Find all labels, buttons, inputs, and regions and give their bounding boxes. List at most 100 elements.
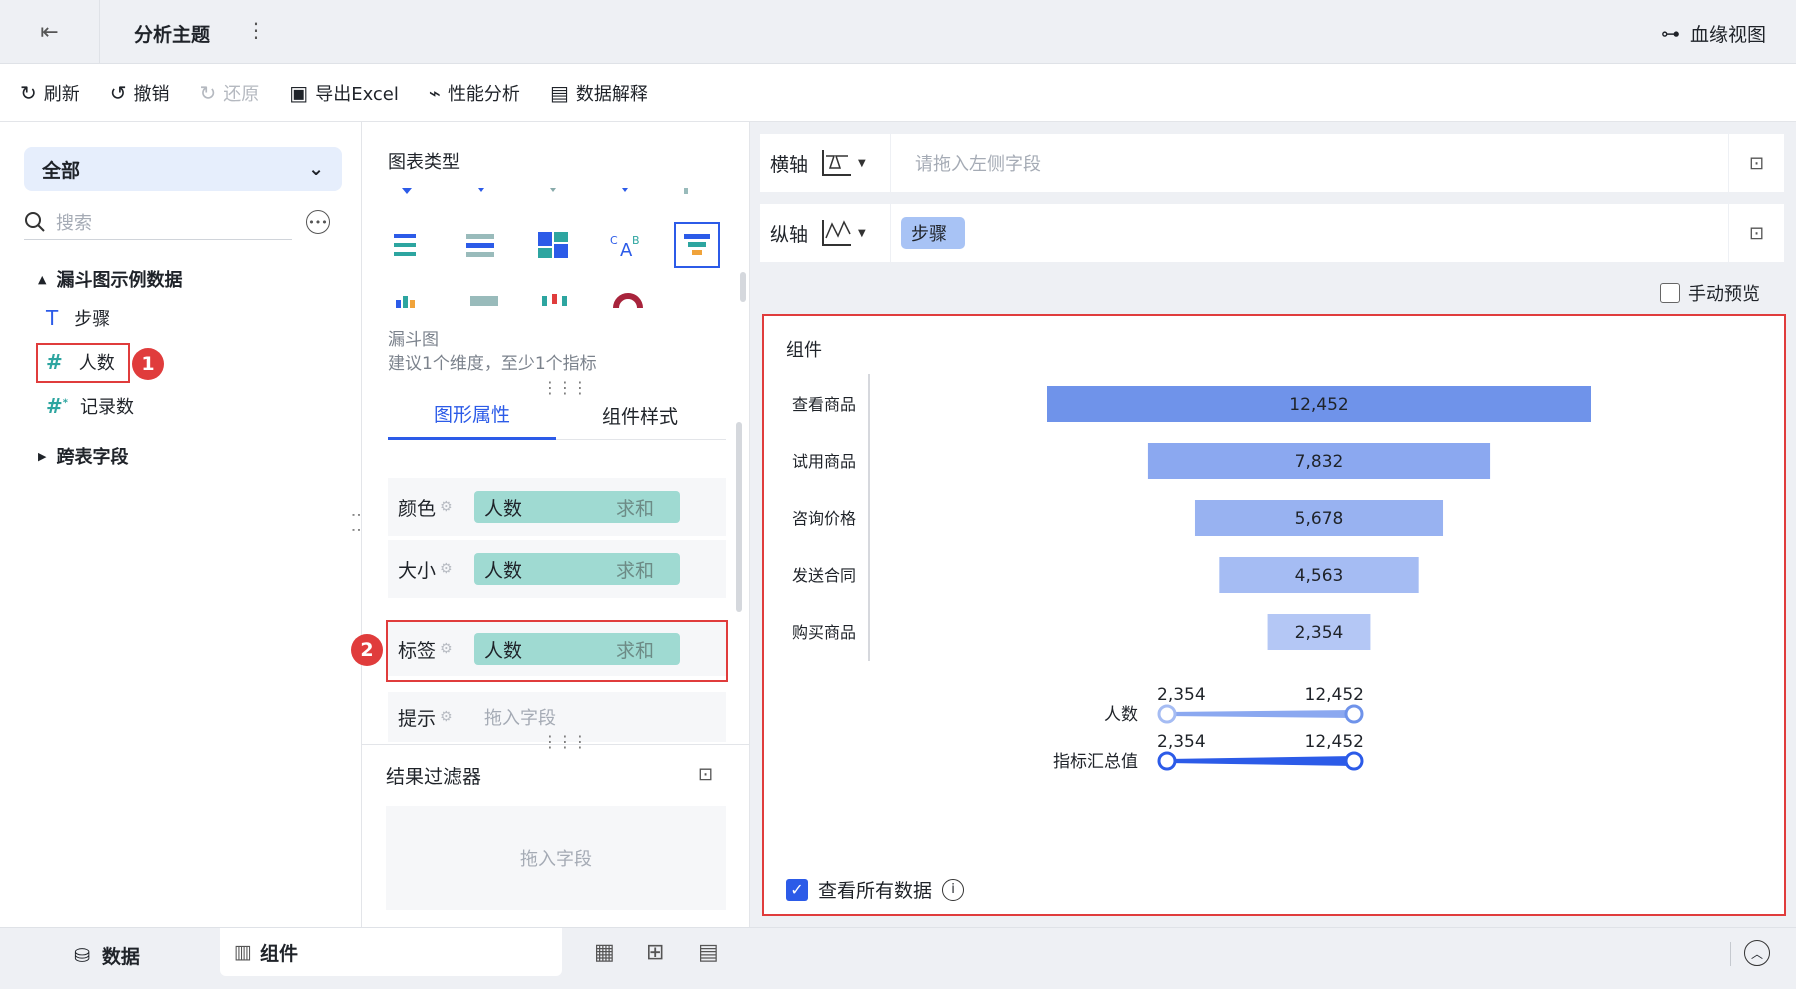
caret-down-icon: ▼ [858, 227, 866, 239]
more-options-icon[interactable]: ••• [306, 210, 330, 234]
y-axis-icon [822, 220, 851, 246]
data-explain-button[interactable]: ▤ 数据解释 [550, 80, 648, 106]
database-icon: ⛁ [74, 944, 90, 967]
pill-agg: 求和 [615, 497, 654, 520]
add-widget-icon[interactable]: ▦ [594, 940, 615, 965]
prop-size[interactable]: 大小 ⚙ 人数 求和 [388, 540, 726, 598]
lineage-view-button[interactable]: ⊶ 血缘视图 [1661, 20, 1766, 47]
toolbox-icon[interactable]: ⊡ [698, 764, 713, 785]
refresh-label: 刷新 [43, 83, 80, 105]
export-excel-button[interactable]: ▣ 导出Excel [289, 80, 399, 106]
data-label: 5,678 [1295, 509, 1344, 529]
exit-icon[interactable]: ⇤ [0, 0, 100, 64]
redo-label: 还原 [223, 83, 260, 105]
category-label: 查看商品 [792, 395, 856, 414]
y-axis-type-button[interactable]: ▼ [820, 204, 890, 262]
caret-down-icon: ▼ [858, 157, 866, 169]
category-label: 试用商品 [792, 452, 856, 471]
scope-dropdown[interactable]: 全部 ⌄ [24, 147, 342, 191]
y-axis-field-chip[interactable]: 步骤 [901, 217, 965, 249]
export-label: 导出Excel [315, 83, 399, 105]
data-label: 12,452 [1289, 395, 1348, 415]
info-icon[interactable]: i [942, 878, 965, 901]
scrollbar[interactable] [736, 422, 742, 612]
dataset-node[interactable]: ▲ 漏斗图示例数据 [38, 266, 182, 292]
svg-text:B: B [632, 234, 640, 247]
field-panel: 全部 ⌄ 搜索 ••• ▲ 漏斗图示例数据 T 步骤 # 人数 1 #* 记录数… [0, 122, 369, 927]
category-label: 咨询价格 [792, 509, 856, 528]
legend-name: 指标汇总值 [1053, 752, 1138, 772]
chart-type-row-partial-bottom [396, 293, 643, 308]
prop-label: 提示 ⚙ [398, 704, 468, 731]
chart-description: 漏斗图 建议1个维度，至少1个指标 [388, 328, 597, 376]
y-axis-drop-zone[interactable]: 步骤 [890, 204, 1728, 262]
view-all-data-toggle[interactable]: ✓ 查看所有数据 i [786, 876, 965, 903]
x-axis-type-button[interactable]: ▼ [820, 148, 890, 178]
tab-widget[interactable]: ▥ 组件 [220, 928, 562, 976]
gear-icon[interactable]: ⚙ [440, 561, 453, 577]
toolbox-icon[interactable]: ⊡ [1728, 134, 1784, 192]
refresh-button[interactable]: ↻ 刷新 [20, 80, 80, 106]
prop-color[interactable]: 颜色 ⚙ 人数 求和 [388, 478, 726, 536]
canvas-area: 横轴 ▼ 请拖入左侧字段 ⊡ 纵轴 ▼ 步骤 ⊡ 手动预览 组件 12,452 查… [750, 122, 1796, 927]
drop-placeholder: 拖入字段 [520, 849, 592, 870]
list-chart-icon[interactable] [458, 222, 504, 268]
explain-icon: ▤ [549, 80, 569, 105]
toolbox-icon[interactable]: ⊡ [1728, 204, 1784, 262]
chart-config-panel: 图表类型 CAB 漏斗图 建议1个维度，至少1个指标 ⋮⋮⋮ 图形属性 组件样式… [351, 122, 750, 927]
field-item-step[interactable]: T 步骤 [46, 305, 110, 331]
search-icon [25, 211, 45, 232]
category-label: 购买商品 [792, 623, 856, 642]
checkbox[interactable] [1660, 283, 1680, 303]
tab-widget-style[interactable]: 组件样式 [556, 390, 724, 440]
more-menu-icon[interactable]: ⋮ [246, 18, 266, 42]
lineage-label: 血缘视图 [1689, 24, 1766, 46]
add-report-icon[interactable]: ▤ [698, 940, 719, 965]
prop-label: 颜色 ⚙ [398, 494, 468, 521]
tab-data[interactable]: ⛁ 数据 [74, 942, 140, 969]
performance-button[interactable]: ⌁ 性能分析 [429, 80, 520, 106]
svg-text:C: C [610, 234, 618, 247]
chart-type-row-partial [402, 188, 688, 194]
resize-handle[interactable]: ⋮⋮⋮ [542, 732, 588, 751]
step-badge-2: 2 [351, 634, 383, 666]
divider [1730, 942, 1731, 966]
legend-max-handle [1344, 751, 1364, 771]
add-dashboard-icon[interactable]: ⊞ [646, 940, 664, 965]
result-filter-title: 结果过滤器 [386, 766, 482, 788]
treemap-chart-icon[interactable] [530, 222, 576, 268]
view-all-label: 查看所有数据 [818, 880, 933, 902]
gear-icon[interactable]: ⚙ [440, 499, 453, 515]
x-axis-icon [822, 150, 851, 176]
checkbox-checked[interactable]: ✓ [786, 878, 808, 901]
filter-drop-zone[interactable]: 拖入字段 [386, 806, 726, 910]
caret-right-icon: ▶ [38, 449, 47, 463]
ranked-list-chart-icon[interactable] [386, 222, 432, 268]
lineage-icon: ⊶ [1660, 22, 1680, 45]
scope-value: 全部 [42, 159, 81, 182]
x-axis-row: 横轴 ▼ 请拖入左侧字段 ⊡ [760, 134, 1784, 192]
manual-preview-toggle[interactable]: 手动预览 [1660, 280, 1760, 306]
legend-min-handle [1157, 751, 1177, 771]
chart-hint: 建议1个维度，至少1个指标 [388, 354, 597, 374]
cross-table-node[interactable]: ▶ 跨表字段 [38, 443, 128, 469]
field-pill[interactable]: 人数 求和 [474, 553, 680, 585]
field-pill[interactable]: 人数 求和 [474, 491, 680, 523]
x-axis-drop-zone[interactable]: 请拖入左侧字段 [890, 134, 1728, 192]
search-input[interactable]: 搜索 [24, 204, 292, 240]
funnel-chart: 12,452 查看商品 7,832 试用商品 5,678 咨询价格 4,563 发送合同 2,3… [792, 374, 1591, 772]
word-cloud-chart-icon[interactable]: CAB [602, 222, 648, 268]
funnel-chart-icon[interactable] [674, 222, 720, 268]
excel-icon: ▣ [289, 80, 309, 105]
field-item-record-count[interactable]: #* 记录数 [46, 393, 134, 419]
undo-button[interactable]: ↺ 撤销 [110, 80, 170, 106]
gear-icon[interactable]: ⚙ [440, 709, 453, 725]
drop-placeholder: 拖入字段 [484, 708, 556, 729]
redo-button[interactable]: ↻ 还原 [200, 80, 260, 106]
collapse-icon[interactable]: ︿ [1744, 940, 1770, 966]
property-tabs: 图形属性 组件样式 [388, 390, 726, 440]
tab-graph-properties[interactable]: 图形属性 [388, 390, 556, 440]
chart-name: 漏斗图 [388, 330, 439, 350]
scrollbar[interactable] [740, 272, 746, 302]
search-placeholder: 搜索 [56, 212, 92, 234]
